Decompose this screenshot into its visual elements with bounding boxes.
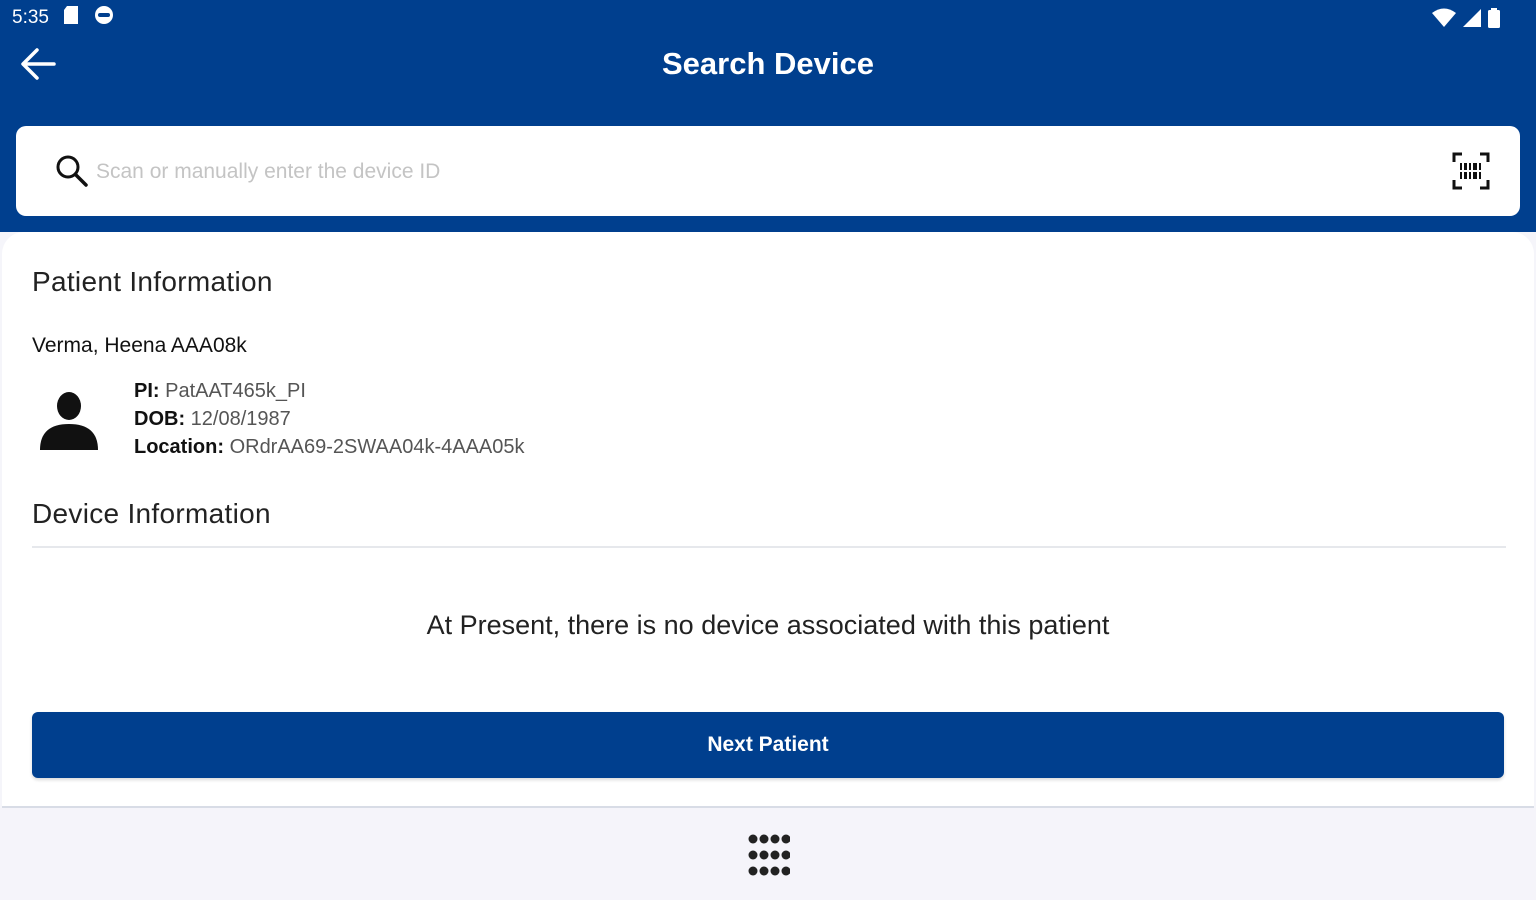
patient-card: Patient Information Verma, Heena AAA08k … — [2, 232, 1534, 808]
device-info-heading: Device Information — [32, 498, 271, 529]
patient-dob: DOB: 12/08/1987 — [134, 408, 291, 431]
no-device-message: At Present, there is no device associate… — [426, 610, 1110, 640]
app-grid-icon[interactable] — [748, 834, 791, 881]
status-time: 5:35 — [12, 7, 49, 28]
status-icons — [1432, 8, 1500, 33]
pi-label: PI: — [134, 380, 160, 402]
device-id-input[interactable] — [94, 148, 1428, 196]
person-icon — [38, 390, 100, 457]
app-header: 5:35 Search Device — [0, 0, 1536, 232]
next-patient-button[interactable]: Next Patient — [32, 712, 1504, 778]
location-label: Location: — [134, 436, 224, 458]
status-bar: 5:35 — [12, 6, 115, 30]
barcode-scan-icon[interactable] — [1452, 152, 1490, 195]
patient-pi: PI: PatAAT465k_PI — [134, 380, 306, 403]
system-nav-bar — [0, 808, 1536, 900]
patient-info-heading: Patient Information — [32, 266, 273, 297]
dob-value: 12/08/1987 — [190, 408, 291, 430]
section-divider — [32, 546, 1506, 548]
signal-icon — [1462, 8, 1482, 33]
location-value: ORdrAA69-2SWAA04k-4AAA05k — [229, 436, 525, 458]
sd-card-icon — [63, 5, 79, 31]
wifi-icon — [1432, 8, 1456, 33]
sync-icon — [93, 4, 115, 32]
page-title: Search Device — [662, 46, 874, 81]
search-icon — [54, 153, 90, 194]
dob-label: DOB: — [134, 408, 186, 430]
patient-name: Verma, Heena AAA08k — [32, 334, 247, 357]
battery-icon — [1488, 8, 1500, 33]
search-bar — [16, 126, 1520, 216]
pi-value: PatAAT465k_PI — [165, 380, 306, 402]
patient-location: Location: ORdrAA69-2SWAA04k-4AAA05k — [134, 436, 525, 459]
